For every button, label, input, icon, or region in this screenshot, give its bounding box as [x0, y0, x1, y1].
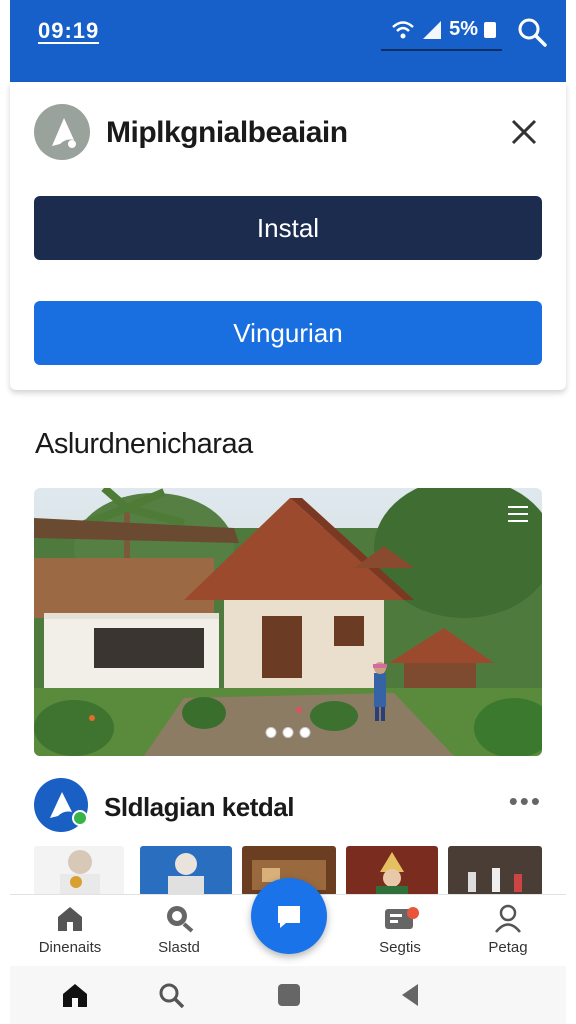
carousel-dot[interactable]: [282, 727, 294, 738]
status-bar: 09:19 5%: [10, 0, 566, 82]
thumbnail[interactable]: [448, 846, 542, 896]
system-home-icon[interactable]: [60, 982, 90, 1008]
tab-label: Slastd: [158, 939, 200, 956]
system-back-icon[interactable]: [398, 982, 422, 1008]
tab-label: Dinenaits: [38, 939, 102, 956]
more-options-icon[interactable]: •••: [509, 788, 542, 814]
carousel-dot[interactable]: [265, 727, 277, 738]
tab-label: Segtis: [379, 939, 421, 956]
thumbnail[interactable]: [140, 846, 232, 896]
tab-profile[interactable]: Petag: [463, 903, 553, 956]
carousel-indicator: [265, 727, 311, 738]
system-navigation-bar: [10, 966, 566, 1024]
battery-percentage: 5%: [449, 18, 478, 40]
status-icons: 5%: [381, 18, 502, 51]
author-name[interactable]: Sldlagian ketdal: [104, 792, 294, 823]
app-logo: [34, 104, 90, 160]
tab-search[interactable]: Slastd: [134, 903, 224, 956]
village-photo: [34, 488, 542, 756]
profile-icon: [495, 904, 521, 933]
app-name: Miplkgnialbeaiain: [106, 116, 348, 149]
secondary-button[interactable]: Vingurian: [34, 301, 542, 365]
tab-home[interactable]: Dinenaits: [25, 903, 115, 956]
chat-icon: [278, 906, 300, 928]
carousel-dot[interactable]: [299, 727, 311, 738]
notification-dot: [407, 907, 419, 919]
home-icon: [58, 907, 82, 931]
chat-button[interactable]: [251, 878, 327, 954]
wifi-icon: [392, 20, 414, 38]
thumbnail[interactable]: [34, 846, 124, 896]
tab-label: Petag: [488, 939, 528, 956]
tab-messages[interactable]: Segtis: [355, 903, 445, 956]
close-icon[interactable]: [508, 116, 540, 148]
hero-image[interactable]: [34, 488, 542, 756]
search-icon: [167, 906, 194, 933]
thumbnail[interactable]: [346, 846, 438, 896]
signal-icon: [423, 20, 442, 39]
install-card: Miplkgnialbeaiain Instal Vingurian: [10, 82, 566, 390]
app-screen: 09:19 5% Miplkgnialbeaiain Instal Vingur…: [0, 0, 576, 1024]
status-time: 09:19: [38, 18, 100, 44]
battery-icon: [484, 21, 496, 38]
system-recents-icon[interactable]: [276, 982, 302, 1008]
hero-menu-icon[interactable]: [508, 506, 528, 524]
system-search-icon[interactable]: [158, 982, 186, 1010]
app-logo-icon: [52, 118, 76, 148]
section-title: Aslurdnenicharaa: [35, 428, 253, 460]
verified-badge-icon: [72, 810, 88, 826]
install-button[interactable]: Instal: [34, 196, 542, 260]
search-icon[interactable]: [516, 16, 548, 48]
